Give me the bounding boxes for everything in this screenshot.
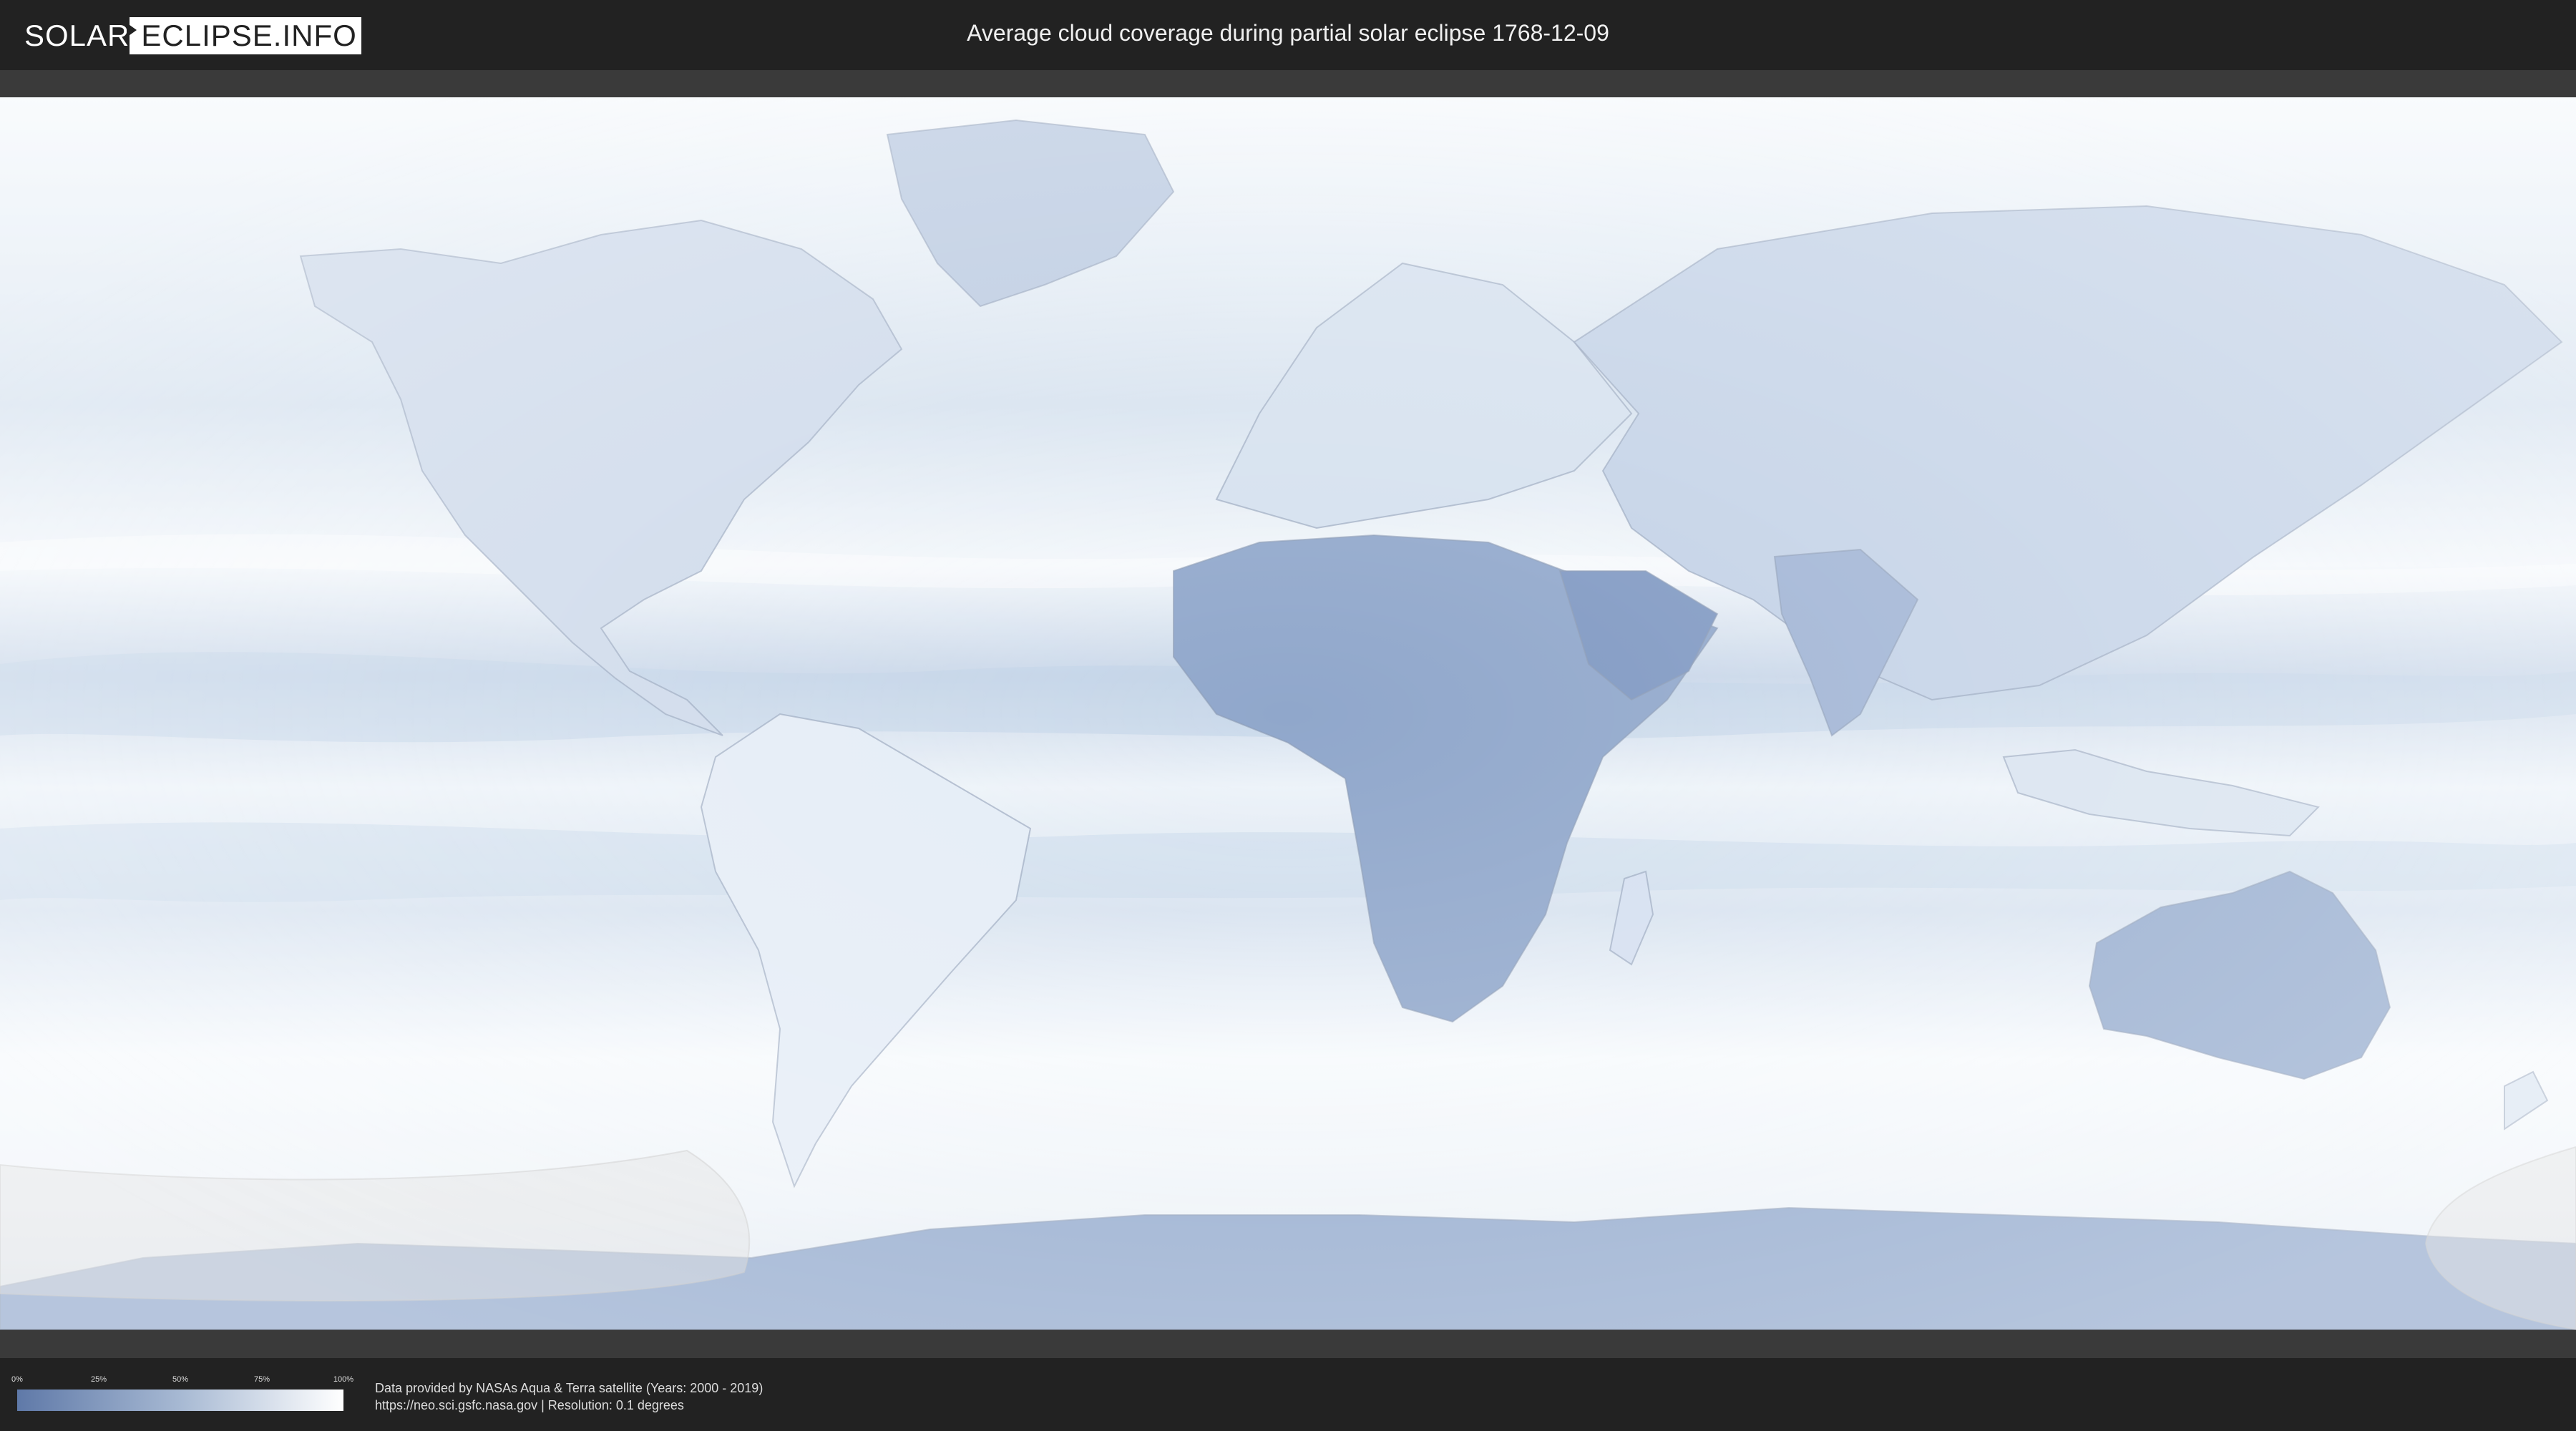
legend-tick: 75% <box>253 1375 270 1384</box>
cloud-coverage-map <box>0 70 2576 1358</box>
footer-bar: 0% 25% 50% 75% 100% Data provided by NAS… <box>0 1358 2576 1431</box>
page-title: Average cloud coverage during partial so… <box>967 20 1609 46</box>
legend-tick: 0% <box>11 1375 23 1384</box>
legend-tick: 100% <box>333 1375 354 1384</box>
legend-tick: 50% <box>172 1375 189 1384</box>
map-haze <box>0 97 2576 1329</box>
credits-source: Data provided by NASAs Aqua & Terra sate… <box>375 1381 763 1395</box>
data-credits: Data provided by NASAs Aqua & Terra sate… <box>375 1379 763 1414</box>
legend-tick: 25% <box>90 1375 107 1384</box>
world-map <box>0 97 2576 1331</box>
header-bar: SOLAR ECLIPSE.INFO Average cloud coverag… <box>0 0 2576 70</box>
credits-url[interactable]: https://neo.sci.gsfc.nasa.gov | Resoluti… <box>375 1397 763 1414</box>
legend-gradient-bar <box>17 1390 343 1411</box>
